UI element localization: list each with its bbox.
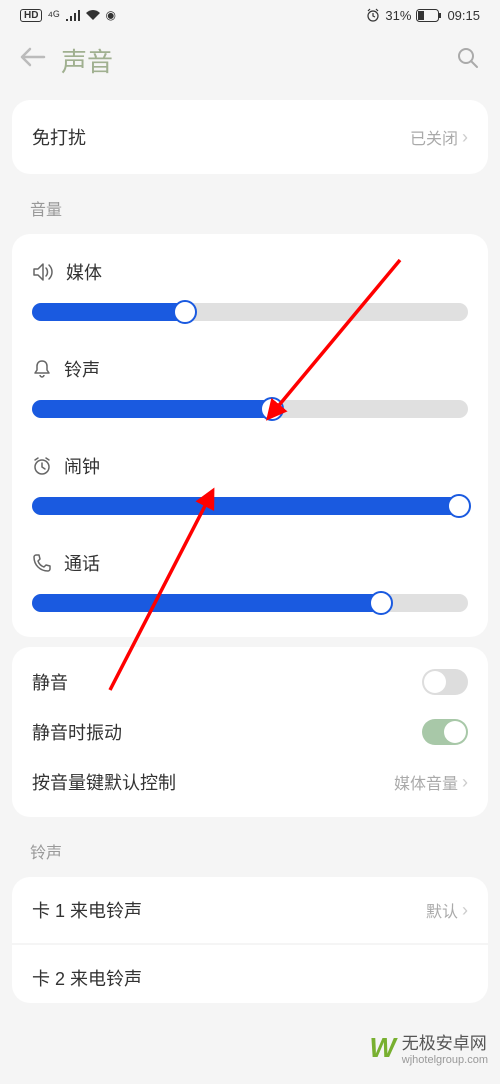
- time: 09:15: [447, 8, 480, 23]
- watermark: W 无极安卓网 wjhotelgroup.com: [369, 1029, 488, 1066]
- search-icon: [456, 46, 480, 70]
- back-button[interactable]: [20, 46, 46, 74]
- toggle-knob: [424, 671, 446, 693]
- status-left: HD ⁴ᴳ ◉: [20, 8, 116, 23]
- dnd-card[interactable]: 免打扰 已关闭 ›: [12, 100, 488, 174]
- volume-key-row[interactable]: 按音量键默认控制 媒体音量 ›: [32, 757, 468, 807]
- media-slider[interactable]: [32, 303, 468, 321]
- page-title: 声音: [61, 42, 441, 79]
- media-label-row: 媒体: [32, 259, 468, 285]
- globe-icon: ◉: [106, 8, 116, 22]
- ring-slider-item: 铃声: [32, 356, 468, 418]
- ring-label-row: 铃声: [32, 356, 468, 382]
- call-slider-thumb[interactable]: [369, 591, 393, 615]
- dnd-row: 免打扰 已关闭 ›: [32, 122, 468, 152]
- ring-slider[interactable]: [32, 400, 468, 418]
- chevron-right-icon: ›: [462, 900, 468, 921]
- silent-toggle[interactable]: [422, 669, 468, 695]
- media-slider-fill: [32, 303, 185, 321]
- sim1-value: 默认: [426, 898, 458, 922]
- phone-icon: [32, 553, 52, 573]
- header: 声音: [0, 30, 500, 90]
- sim2-label: 卡 2 来电铃声: [32, 965, 142, 991]
- volume-key-label: 按音量键默认控制: [32, 769, 176, 795]
- alarm-slider-fill: [32, 497, 459, 515]
- bell-icon: [32, 359, 52, 379]
- options-card: 静音 静音时振动 按音量键默认控制 媒体音量 ›: [12, 647, 488, 817]
- status-right: 31% 09:15: [366, 8, 480, 23]
- dnd-value: 已关闭: [410, 125, 458, 149]
- sim1-value-wrap: 默认 ›: [426, 898, 468, 922]
- call-label: 通话: [64, 550, 100, 576]
- toggle-knob: [444, 721, 466, 743]
- ring-slider-thumb[interactable]: [260, 397, 284, 421]
- alarm-slider-item: 闹钟: [32, 453, 468, 515]
- vibrate-toggle[interactable]: [422, 719, 468, 745]
- signal-bars-icon: [65, 9, 80, 21]
- media-volume-icon: [32, 262, 54, 282]
- silent-label: 静音: [32, 669, 68, 695]
- media-label: 媒体: [66, 259, 102, 285]
- media-slider-item: 媒体: [32, 259, 468, 321]
- volume-card: 媒体 铃声 闹钟 通话: [12, 234, 488, 637]
- vibrate-row[interactable]: 静音时振动: [32, 707, 468, 757]
- alarm-icon: [366, 8, 380, 22]
- ringtone-section-title: 铃声: [0, 827, 500, 867]
- battery-icon: [416, 9, 442, 22]
- ring-slider-fill: [32, 400, 272, 418]
- chevron-right-icon: ›: [462, 127, 468, 148]
- dnd-value-wrap: 已关闭 ›: [410, 125, 468, 149]
- back-arrow-icon: [20, 47, 46, 67]
- volume-key-value-wrap: 媒体音量 ›: [394, 770, 468, 794]
- watermark-logo: W: [369, 1032, 395, 1064]
- dnd-label: 免打扰: [32, 124, 86, 150]
- search-button[interactable]: [456, 46, 480, 75]
- media-slider-thumb[interactable]: [173, 300, 197, 324]
- alarm-slider-thumb[interactable]: [447, 494, 471, 518]
- call-slider-fill: [32, 594, 381, 612]
- hd-badge: HD: [20, 9, 42, 22]
- alarm-slider[interactable]: [32, 497, 468, 515]
- sim1-label: 卡 1 来电铃声: [32, 897, 142, 923]
- watermark-url: wjhotelgroup.com: [402, 1054, 488, 1066]
- signal-4g: ⁴ᴳ: [47, 8, 59, 23]
- chevron-right-icon: ›: [462, 772, 468, 793]
- sim2-ringtone-row[interactable]: 卡 2 来电铃声: [12, 945, 488, 1003]
- watermark-text: 无极安卓网: [402, 1029, 488, 1054]
- ring-label: 铃声: [64, 356, 100, 382]
- call-slider[interactable]: [32, 594, 468, 612]
- silent-row[interactable]: 静音: [32, 657, 468, 707]
- vibrate-label: 静音时振动: [32, 719, 122, 745]
- volume-key-value: 媒体音量: [394, 770, 458, 794]
- call-label-row: 通话: [32, 550, 468, 576]
- clock-icon: [32, 456, 52, 476]
- wifi-icon: [85, 9, 101, 21]
- alarm-label-row: 闹钟: [32, 453, 468, 479]
- alarm-label: 闹钟: [64, 453, 100, 479]
- volume-section-title: 音量: [0, 184, 500, 224]
- status-bar: HD ⁴ᴳ ◉ 31% 09:15: [0, 0, 500, 30]
- battery-percent: 31%: [385, 8, 411, 23]
- call-slider-item: 通话: [32, 550, 468, 612]
- sim1-ringtone-row[interactable]: 卡 1 来电铃声 默认 ›: [12, 877, 488, 943]
